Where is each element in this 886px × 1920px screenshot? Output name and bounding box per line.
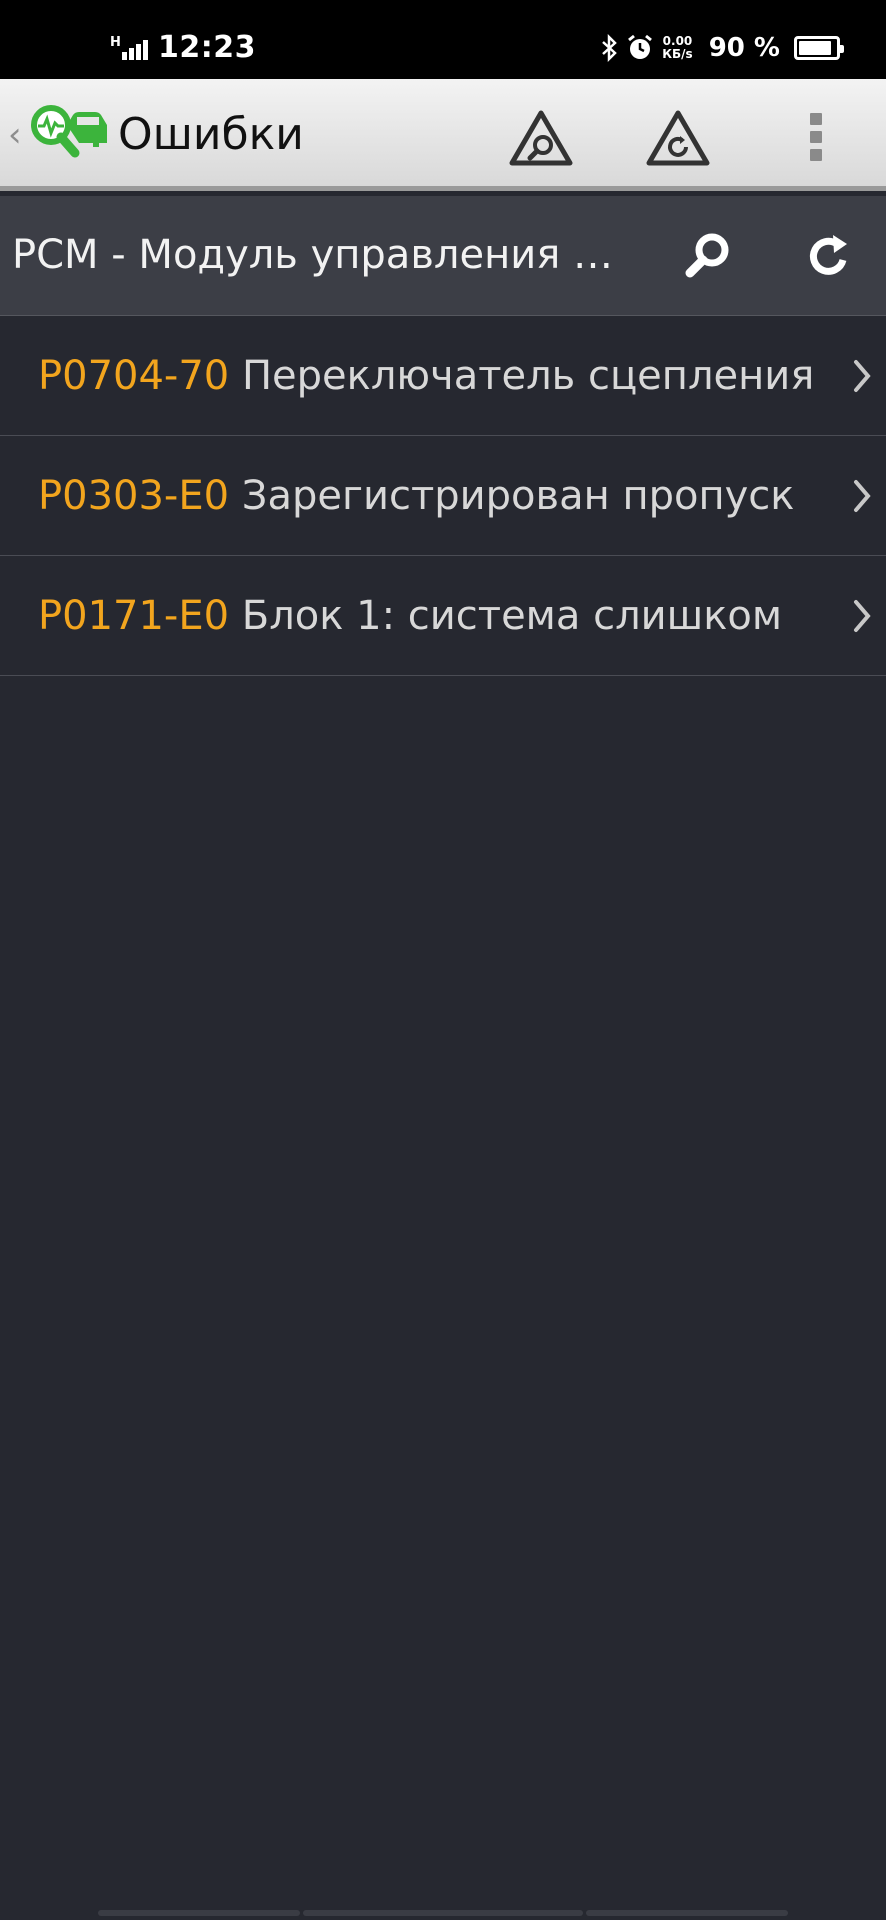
error-text: P0171-E0 Блок 1: система слишком — [38, 593, 838, 639]
action-bar: ‹ Ошибки — [0, 79, 886, 191]
error-code: P0704-70 — [38, 352, 230, 399]
status-icons: 0.00 КБ/s 90 % — [600, 28, 844, 68]
error-code: P0171-E0 — [38, 592, 230, 639]
alarm-icon — [628, 34, 653, 59]
chevron-right-icon — [854, 360, 871, 392]
bottom-divider — [303, 1910, 583, 1916]
error-list-item[interactable]: P0303-E0 Зарегистрирован пропуск — [0, 436, 886, 556]
overflow-menu-icon[interactable] — [806, 113, 826, 165]
network-speed: 0.00 КБ/s — [662, 35, 692, 61]
clock: 12:23 — [158, 30, 256, 65]
signal-icon: H — [110, 35, 148, 60]
status-bar: H 12:23 0.00 КБ/s 90 % — [0, 0, 886, 79]
app-logo-icon[interactable] — [27, 103, 111, 163]
chevron-right-icon — [854, 480, 871, 512]
error-code: P0303-E0 — [38, 472, 230, 519]
page-title: Ошибки — [118, 109, 304, 160]
chevron-right-icon — [854, 600, 871, 632]
bluetooth-icon — [602, 34, 618, 62]
error-text: P0704-70 Переключатель сцепления — [38, 353, 838, 399]
battery-icon — [794, 36, 844, 60]
car-search-warning-icon[interactable] — [508, 109, 574, 169]
module-title: PCM - Модуль управления двигателем — [12, 232, 632, 278]
car-warning-refresh-icon[interactable] — [645, 109, 711, 169]
error-description: Блок 1: система слишком — [241, 592, 783, 639]
error-list: P0704-70 Переключатель сцепления P0303-E… — [0, 316, 886, 676]
network-type-label: H — [110, 35, 121, 50]
error-description: Переключатель сцепления — [241, 352, 815, 399]
error-list-item[interactable]: P0171-E0 Блок 1: система слишком — [0, 556, 886, 676]
back-chevron-icon[interactable]: ‹ — [8, 115, 22, 155]
battery-percent: 90 % — [708, 33, 780, 63]
error-text: P0303-E0 Зарегистрирован пропуск — [38, 473, 838, 519]
error-list-item[interactable]: P0704-70 Переключатель сцепления — [0, 316, 886, 436]
network-speed-unit: КБ/s — [662, 47, 693, 61]
bottom-divider — [586, 1910, 788, 1916]
bottom-divider — [98, 1910, 300, 1916]
search-icon[interactable] — [676, 224, 740, 288]
error-description: Зарегистрирован пропуск — [241, 472, 795, 519]
module-header: PCM - Модуль управления двигателем — [0, 196, 886, 316]
refresh-icon[interactable] — [797, 224, 861, 288]
